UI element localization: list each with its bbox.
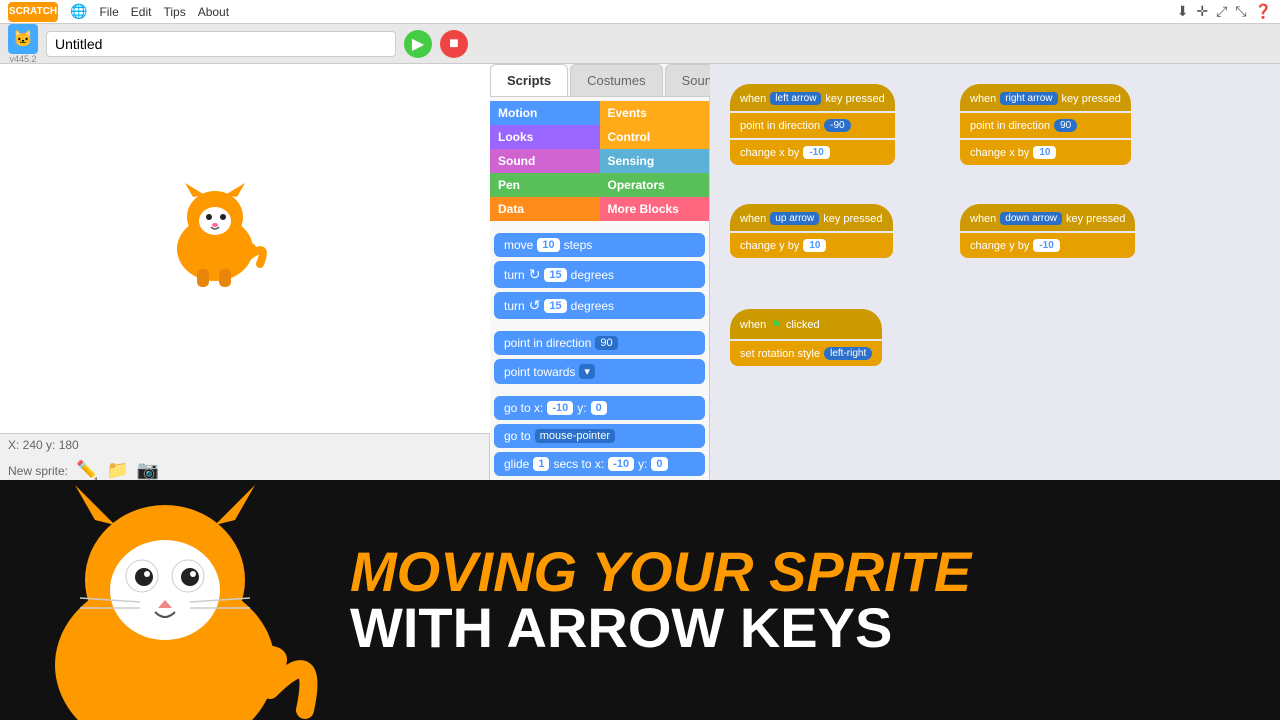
cat-data-btn[interactable]: Data — [490, 197, 600, 221]
tab-costumes[interactable]: Costumes — [570, 64, 663, 96]
move-icon[interactable]: ✛ — [1196, 3, 1208, 20]
menubar: SCRATCH 🌐 File Edit Tips About ⬇ ✛ ⤢ ⤡ ❓ — [0, 0, 1280, 24]
block-glide[interactable]: glide 1 secs to x: -10 y: 0 — [494, 452, 705, 476]
block-change-x-left[interactable]: change x by -10 — [730, 140, 895, 165]
stage-status: X: 240 y: 180 — [0, 434, 489, 456]
version-label: v445.2 — [9, 54, 36, 64]
download-icon[interactable]: ⬇ — [1177, 3, 1189, 20]
block-move[interactable]: move 10 steps — [494, 233, 705, 257]
cat-operators-btn[interactable]: Operators — [600, 173, 710, 197]
new-sprite-label: New sprite: — [8, 464, 68, 478]
block-point-dir[interactable]: point in direction 90 — [494, 331, 705, 355]
toolbar: 🐱 v445.2 ▶ ■ — [0, 24, 1280, 64]
script-down-arrow: when down arrow key pressed change y by … — [960, 204, 1135, 260]
cat-pen-btn[interactable]: Pen — [490, 173, 600, 197]
cat-sprite[interactable] — [155, 179, 275, 289]
green-flag-button[interactable]: ▶ — [404, 30, 432, 58]
block-set-rotation[interactable]: set rotation style left-right — [730, 341, 882, 366]
categories: Motion Events Looks Control Sound Sensin… — [490, 97, 709, 225]
fullscreen-icon[interactable]: ⤢ — [1216, 3, 1227, 20]
cat-control-btn[interactable]: Control — [600, 125, 710, 149]
toolbar-icons: ⬇ ✛ ⤢ ⤡ ❓ — [1177, 3, 1272, 20]
block-change-y-down[interactable]: change y by -10 — [960, 233, 1135, 258]
overlay-title: MOVING YOUR SPRITE WITH ARROW KEYS — [330, 524, 1280, 676]
cat-events-btn[interactable]: Events — [600, 101, 710, 125]
cat-motion-btn[interactable]: Motion — [490, 101, 600, 125]
block-point-dir-left[interactable]: point in direction -90 — [730, 113, 895, 138]
upload-sprite-icon[interactable]: 📁 — [106, 460, 128, 481]
tab-scripts[interactable]: Scripts — [490, 64, 568, 96]
script-left-arrow: when left arrow key pressed point in dir… — [730, 84, 895, 167]
block-change-y-up[interactable]: change y by 10 — [730, 233, 893, 258]
bottom-overlay: MOVING YOUR SPRITE WITH ARROW KEYS — [0, 480, 1280, 720]
block-go-to-mouse[interactable]: go to mouse-pointer — [494, 424, 705, 448]
fullscreen2-icon[interactable]: ⤡ — [1235, 3, 1246, 20]
hat-green-flag[interactable]: when ⚑ clicked — [730, 309, 882, 339]
globe-icon[interactable]: 🌐 — [70, 3, 87, 20]
script-green-flag: when ⚑ clicked set rotation style left-r… — [730, 309, 882, 368]
hat-up-arrow[interactable]: when up arrow key pressed — [730, 204, 893, 231]
cat-more-btn[interactable]: More Blocks — [600, 197, 710, 221]
cat-sensing-btn[interactable]: Sensing — [600, 149, 710, 173]
menu-tips[interactable]: Tips — [163, 5, 185, 19]
block-go-to-xy[interactable]: go to x: -10 y: 0 — [494, 396, 705, 420]
cat-looks-btn[interactable]: Looks — [490, 125, 600, 149]
script-right-arrow: when right arrow key pressed point in di… — [960, 84, 1131, 167]
hat-left-arrow[interactable]: when left arrow key pressed — [730, 84, 895, 111]
script-up-arrow: when up arrow key pressed change y by 10 — [730, 204, 893, 260]
title-line2: WITH ARROW KEYS — [350, 600, 1260, 656]
project-name-input[interactable] — [46, 31, 396, 57]
big-cat-illustration — [0, 480, 330, 720]
coordinates-label: X: 240 y: 180 — [8, 438, 79, 452]
tabs: Scripts Costumes Sounds — [490, 64, 709, 97]
block-turn-ccw[interactable]: turn ↺ 15 degrees — [494, 292, 705, 319]
sprite-thumbnail: 🐱 — [8, 24, 38, 54]
menu-edit[interactable]: Edit — [131, 5, 152, 19]
draw-sprite-icon[interactable]: ✏️ — [76, 460, 98, 481]
block-point-dir-right[interactable]: point in direction 90 — [960, 113, 1131, 138]
stage[interactable] — [0, 64, 490, 434]
help-icon[interactable]: ❓ — [1255, 3, 1272, 20]
block-change-x-right[interactable]: change x by 10 — [960, 140, 1131, 165]
hat-down-arrow[interactable]: when down arrow key pressed — [960, 204, 1135, 231]
block-point-towards[interactable]: point towards ▾ — [494, 359, 705, 384]
scratch-logo: SCRATCH — [8, 2, 58, 22]
menu-file[interactable]: File — [99, 5, 118, 19]
block-turn-cw[interactable]: turn ↻ 15 degrees — [494, 261, 705, 288]
menu-about[interactable]: About — [198, 5, 229, 19]
cat-sound-btn[interactable]: Sound — [490, 149, 600, 173]
camera-sprite-icon[interactable]: 📷 — [137, 460, 159, 481]
stop-button[interactable]: ■ — [440, 30, 468, 58]
title-line1: MOVING YOUR SPRITE — [350, 544, 1260, 600]
hat-right-arrow[interactable]: when right arrow key pressed — [960, 84, 1131, 111]
